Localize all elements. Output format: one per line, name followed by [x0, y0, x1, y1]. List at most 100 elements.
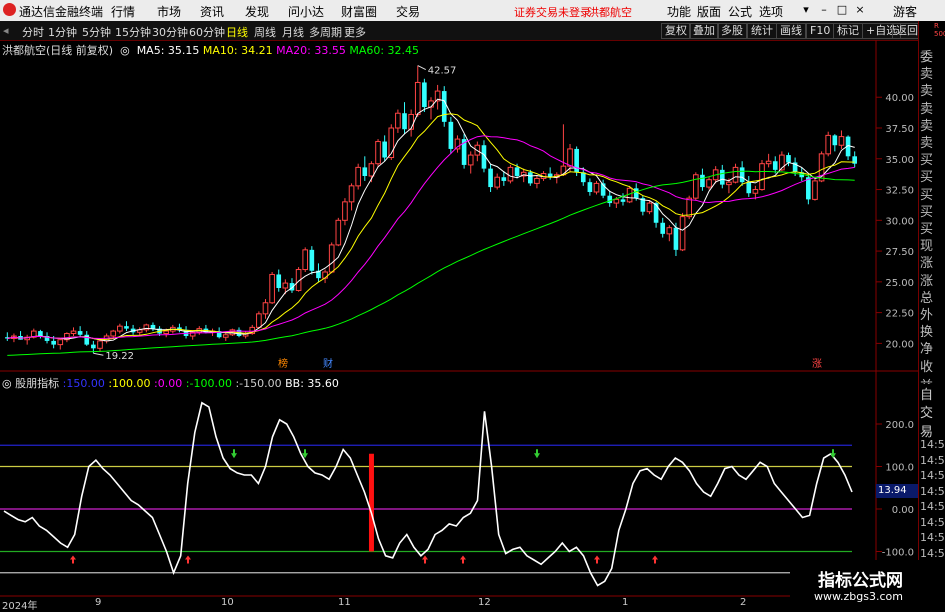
candle-body [646, 202, 653, 213]
ma60-line [7, 170, 855, 356]
buy-arrow-icon [460, 555, 466, 564]
buy-arrow-icon [185, 555, 191, 564]
date-label: 11 [338, 597, 351, 608]
side-time: 14:56 [920, 500, 945, 513]
side-time: 14:56 [920, 438, 945, 451]
oscillator-legend: ◎ 股朋指标 :150.00 :100.00 :0.00 :-100.00 :-… [2, 377, 339, 390]
candle-body [660, 222, 666, 234]
price-tick-label: 40.00 [885, 93, 914, 104]
low-price-label: 19.22 [105, 351, 134, 362]
osc-v3: 0.00 [157, 377, 183, 390]
osc-bb: BB: 35.60 [285, 377, 339, 390]
event-mark[interactable]: 涨 [812, 358, 822, 370]
candle-body [620, 199, 626, 202]
osc-tick-label: 0.00 [892, 505, 914, 516]
candle-body [163, 330, 170, 335]
side-time: 14:56 [920, 469, 945, 482]
candle-body [362, 167, 368, 176]
candle-body [613, 198, 620, 204]
candle-body [765, 160, 772, 165]
candle-body [395, 112, 401, 129]
price-tick-label: 27.50 [885, 247, 914, 258]
candle-body [825, 134, 832, 155]
candle-body [838, 136, 845, 146]
candle-body [382, 141, 387, 158]
event-mark[interactable]: 榜 [278, 357, 288, 370]
chart-canvas[interactable]: 40.00 37.50 35.00 32.50 30.00 27.50 25.00 22.50… [0, 0, 945, 609]
candle-body [567, 148, 573, 167]
candle-body [276, 274, 282, 288]
candle-body [832, 135, 838, 146]
candle-body [719, 169, 725, 185]
candle-body [706, 179, 712, 188]
osc-tick-label: 200.0 [885, 420, 914, 431]
date-label: 12 [478, 597, 491, 608]
candle-body [222, 334, 229, 338]
candle-body [262, 302, 269, 315]
oscillator-name: 股朋指标 [15, 377, 60, 390]
ma60-value: MA60: 32.45 [349, 44, 420, 57]
candle-body [633, 188, 639, 199]
stock-title: 洪都航空(日线 前复权) [2, 44, 114, 57]
side-time: 14:56 [920, 515, 945, 529]
ma20-line [7, 135, 855, 340]
price-tick-label: 25.00 [885, 278, 914, 289]
event-mark[interactable]: 财 [323, 357, 333, 370]
watermark: 指标公式网 www.zbgs3.com [790, 560, 945, 609]
candle-body [507, 166, 514, 182]
ma10-line [7, 113, 855, 340]
candle-body [673, 227, 679, 250]
candle-body [117, 325, 123, 332]
candle-body [772, 161, 778, 170]
watermark-url: www.zbgs3.com [814, 590, 903, 603]
candle-body [786, 155, 791, 163]
candlestick-series [4, 65, 858, 354]
candle-body [686, 197, 693, 218]
candle-body [51, 340, 56, 345]
candle-body [607, 195, 613, 204]
candle-body [355, 166, 361, 187]
candle-body [256, 313, 262, 328]
candle-body [110, 330, 117, 337]
candle-body [408, 113, 414, 130]
price-tick-label: 35.00 [885, 155, 914, 166]
candle-body [375, 141, 381, 165]
r-badge: R500 [934, 22, 945, 38]
candle-body [527, 172, 533, 184]
candle-body [335, 219, 342, 246]
candle-body [70, 330, 77, 335]
osc-v1: 150.00 [66, 377, 105, 390]
date-label: 1 [622, 597, 629, 608]
candle-body [494, 176, 501, 188]
candle-body [282, 282, 289, 289]
candle-body [679, 216, 686, 251]
osc-tick-label: 100.0 [885, 463, 914, 474]
side-item-trade[interactable]: 交易 [920, 402, 945, 440]
candle-body [124, 326, 129, 329]
buy-arrow-icon [652, 555, 658, 564]
candle-body [38, 331, 43, 336]
candle-body [322, 271, 328, 279]
price-tick-label: 32.50 [885, 186, 914, 197]
buy-arrow-icon [422, 555, 428, 564]
candle-body [812, 180, 818, 200]
sell-arrow-icon [231, 449, 237, 459]
sell-arrow-icon [534, 449, 540, 459]
price-tick-label: 30.00 [885, 216, 914, 227]
candle-body [328, 244, 335, 273]
candle-body [666, 227, 673, 235]
candle-body [441, 91, 447, 122]
candle-body [150, 324, 156, 329]
candle-body [700, 174, 705, 188]
candle-body [467, 154, 474, 166]
candle-body [534, 177, 540, 184]
date-label: 2 [740, 597, 747, 608]
price-tick-label: 22.50 [885, 309, 914, 320]
candle-body [269, 273, 275, 304]
candle-body [309, 249, 315, 271]
candle-body [752, 189, 759, 194]
buy-arrow-icon [594, 555, 600, 564]
candle-body [91, 344, 96, 349]
candle-body [402, 113, 407, 130]
candle-body [726, 181, 732, 186]
